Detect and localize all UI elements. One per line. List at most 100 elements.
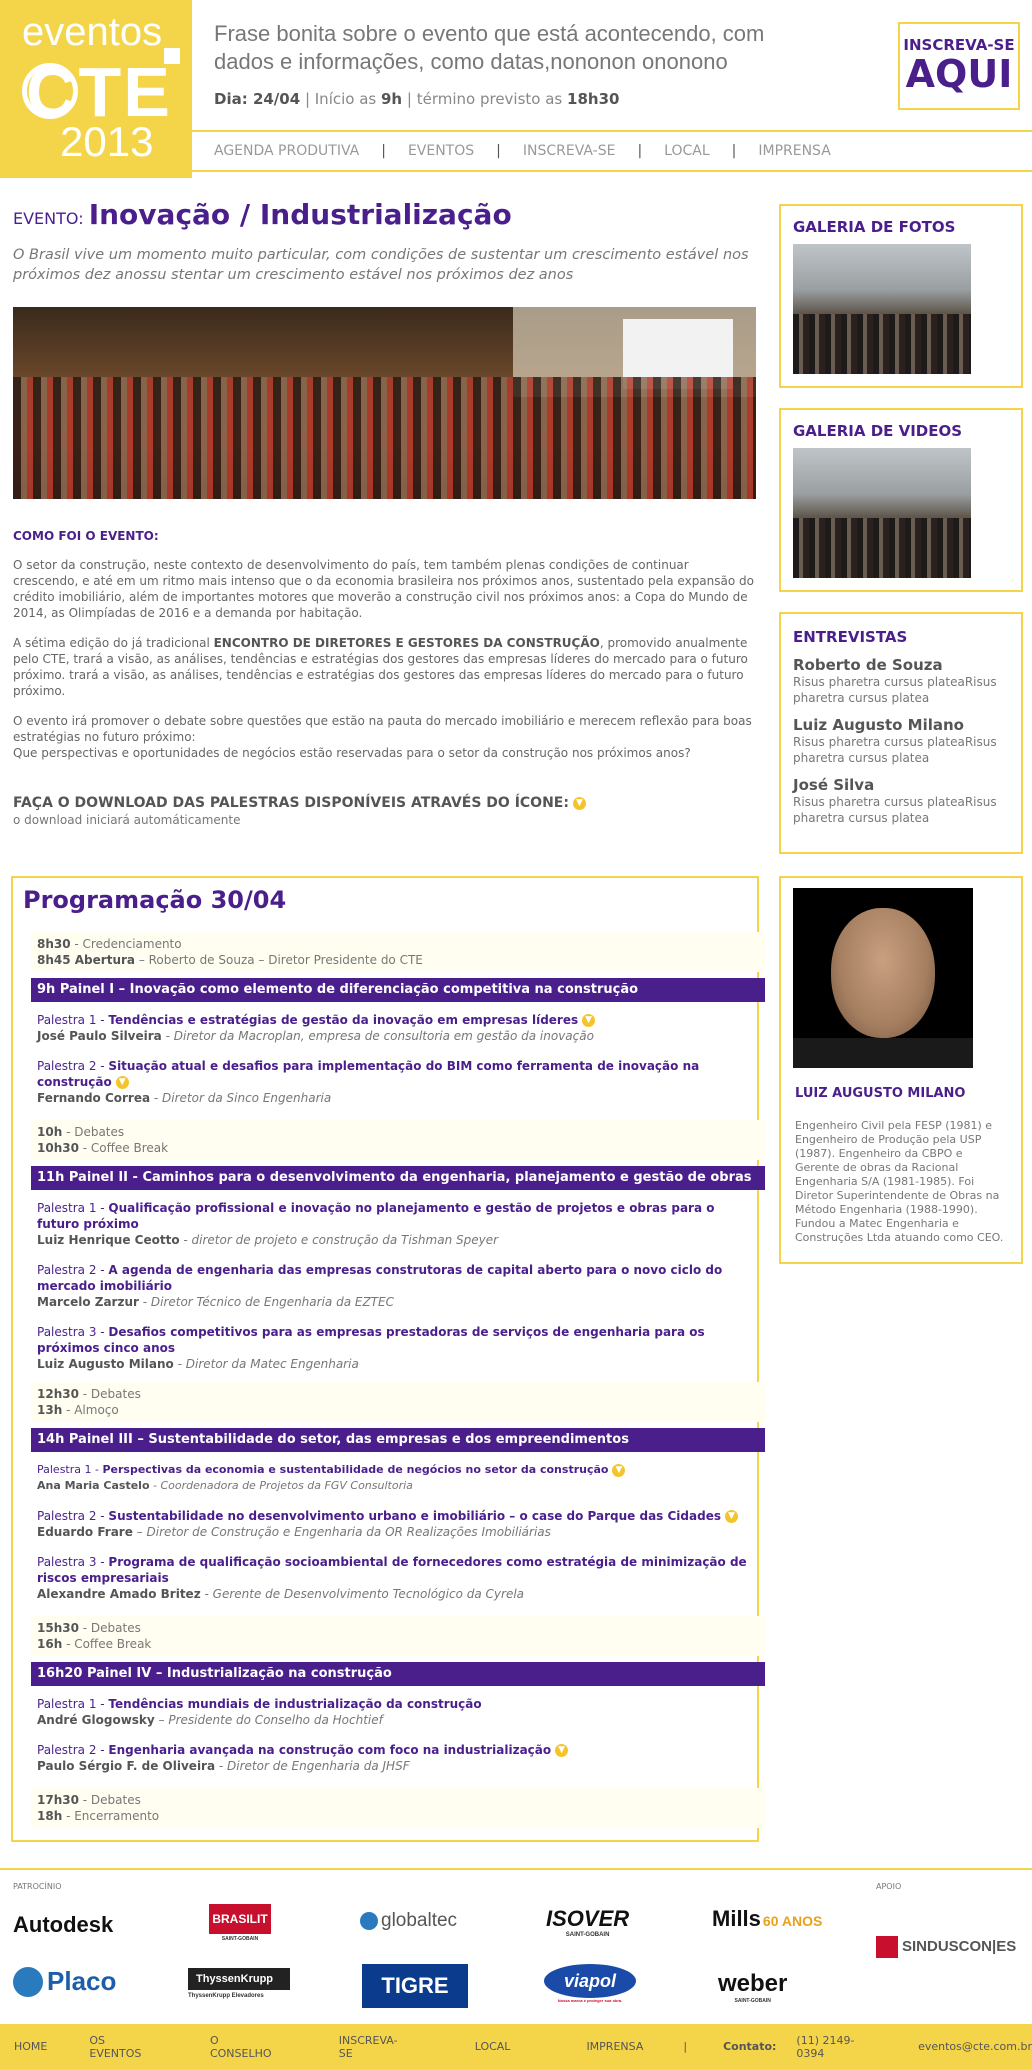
thyssenkrupp-sub: ThyssenKrupp Elevadores (188, 1993, 264, 1999)
isover-logo[interactable]: ISOVER SAINT-GOBAIN (546, 1906, 629, 1938)
download-icon[interactable]: ▼ (572, 796, 586, 810)
apoio-label: APOIO (876, 1882, 902, 1891)
schedule-block: 10h - Debates 10h30 - Coffee Break (31, 1120, 765, 1160)
footer-email-link[interactable]: eventos@cte.com.br (872, 2040, 1032, 2053)
photo-gallery-box[interactable]: GALERIA DE FOTOS (779, 204, 1023, 388)
brasilit-logo[interactable]: BRASILIT SAINT-GOBAIN (209, 1904, 271, 1942)
schedule-text: - Debates (78, 1621, 141, 1635)
download-icon[interactable]: ▼ (724, 1510, 738, 1523)
paragraph-2-start: A sétima edição do já tradicional (13, 636, 214, 650)
schedule-text: - Encerramento (62, 1809, 160, 1823)
talk-role: - Diretor de Engenharia da JHSF (215, 1759, 410, 1773)
placo-logo[interactable]: Placo (13, 1966, 116, 1997)
schedule-item: 13h - Almoço (37, 1402, 759, 1418)
tigre-logo[interactable]: TIGRE (362, 1964, 468, 2008)
video-gallery-box[interactable]: GALERIA DE VIDEOS (779, 408, 1023, 592)
talk-title[interactable]: Sustentabilidade no desenvolvimento urba… (108, 1509, 721, 1523)
footer-local-link[interactable]: LOCAL (403, 2040, 511, 2053)
interviews-box: ENTREVISTAS Roberto de Souza Risus phare… (779, 612, 1023, 854)
interview-item[interactable]: José Silva Risus pharetra cursus plateaR… (793, 776, 1009, 826)
globaltec-logo[interactable]: globaltec (360, 1910, 457, 1932)
interview-name[interactable]: Roberto de Souza (793, 656, 1009, 674)
event-logo[interactable]: eventos CTE 2013 (0, 0, 192, 178)
talk-title[interactable]: Desafios competitivos para as empresas p… (37, 1325, 705, 1355)
talk-title[interactable]: Perspectivas da economia e sustentabilid… (102, 1463, 608, 1476)
talk-item: Palestra 1 - Tendências e estratégias de… (31, 1012, 765, 1044)
interview-item[interactable]: Luiz Augusto Milano Risus pharetra cursu… (793, 716, 1009, 766)
thyssenkrupp-logo[interactable]: ThyssenKrupp ThyssenKrupp Elevadores (188, 1968, 290, 1999)
download-icon[interactable]: ▼ (115, 1076, 129, 1089)
placo-logo-text: Placo (47, 1966, 117, 1996)
talk-item: Palestra 3 - Programa de qualificação so… (31, 1554, 765, 1602)
autodesk-logo[interactable]: Autodesk (13, 1912, 113, 1938)
footer-inscreva-link[interactable]: INSCREVA-SE (275, 2034, 403, 2060)
talk-item: Palestra 2 - Engenharia avançada na cons… (31, 1742, 765, 1774)
interview-text: Risus pharetra cursus plateaRisus pharet… (793, 795, 997, 825)
footer-eventos-link[interactable]: OS EVENTOS (47, 2034, 152, 2060)
photo-gallery-title: GALERIA DE FOTOS (793, 218, 956, 236)
interview-text: Risus pharetra cursus plateaRisus pharet… (793, 675, 997, 705)
mills-60-anos: 60 ANOS (762, 1913, 823, 1929)
schedule-text: - Credenciamento (70, 937, 182, 951)
talk-item: Palestra 1 - Perspectivas da economia e … (31, 1462, 765, 1494)
nav-eventos[interactable]: EVENTOS (386, 143, 496, 159)
date-label: Dia: (214, 90, 253, 108)
interview-item[interactable]: Roberto de Souza Risus pharetra cursus p… (793, 656, 1009, 706)
viapol-logo[interactable]: viapol Nossa marca é proteger sua obra. (544, 1964, 636, 2003)
talk-title[interactable]: A agenda de engenharia das empresas cons… (37, 1263, 722, 1293)
photo-gallery-thumbnail[interactable] (793, 244, 971, 374)
talk-speaker-link[interactable]: Luiz Augusto Milano (37, 1357, 174, 1371)
sinduscon-logo[interactable]: SINDUSCON|ES (876, 1936, 1016, 1958)
interview-name[interactable]: José Silva (793, 776, 1009, 794)
nav-local[interactable]: LOCAL (642, 143, 731, 159)
brasilit-logo-text: BRASILIT (209, 1904, 271, 1934)
nav-agenda-produtiva[interactable]: AGENDA PRODUTIVA (192, 143, 381, 159)
date-value: 24/04 (252, 90, 301, 108)
talk-role: - Coordenadora de Projetos da FGV Consul… (149, 1479, 413, 1492)
talk-speaker: Fernando Correa (37, 1091, 151, 1105)
weber-logo[interactable]: weber SAINT-GOBAIN (718, 1970, 787, 2004)
talk-title[interactable]: Programa de qualificação socioambiental … (37, 1555, 747, 1585)
talk-item: Palestra 1 - Qualificação profissional e… (31, 1200, 765, 1248)
photo-people-shape (793, 314, 971, 374)
paragraph-3-text: O evento irá promover o debate sobre que… (13, 714, 752, 744)
globaltec-logo-text: globaltec (381, 1910, 458, 1931)
nav-inscreva-se[interactable]: INSCREVA-SE (501, 143, 638, 159)
schedule-item: 18h - Encerramento (37, 1808, 759, 1824)
sponsors-section: PATROCÍNIO APOIO Autodesk BRASILIT SAINT… (0, 1868, 1032, 2026)
video-gallery-title: GALERIA DE VIDEOS (793, 422, 963, 440)
talk-title[interactable]: Tendências mundiais de industrialização … (108, 1697, 481, 1711)
interview-name[interactable]: Luiz Augusto Milano (793, 716, 1009, 734)
nav-imprensa[interactable]: IMPRENSA (736, 143, 852, 159)
talk-title[interactable]: Tendências e estratégias de gestão da in… (108, 1013, 578, 1027)
placo-mark-icon (13, 1966, 43, 1997)
download-icon[interactable]: ▼ (555, 1744, 569, 1757)
talk-role: – Diretor de Construção e Engenharia da … (132, 1525, 551, 1539)
schedule-time: 16h (37, 1637, 63, 1651)
speaker-portrait (793, 888, 973, 1068)
mills-logo[interactable]: Mills 60 ANOS (712, 1906, 822, 1932)
video-gallery-thumbnail[interactable] (793, 448, 971, 578)
talk-speaker: Alexandre Amado Britez (37, 1587, 201, 1601)
talk-title[interactable]: Qualificação profissional e inovação no … (37, 1201, 715, 1231)
talk-role: - Diretor da Macroplan, empresa de consu… (161, 1029, 594, 1043)
schedule-text: – Roberto de Souza – Diretor Presidente … (135, 953, 423, 967)
schedule-item: 15h30 - Debates (37, 1620, 759, 1636)
footer-home-link[interactable]: HOME (0, 2040, 47, 2053)
weber-logo-text: weber (718, 1970, 788, 1997)
panel-header: 16h20 Painel IV – Industrialização na co… (31, 1662, 765, 1686)
footer-imprensa-link[interactable]: IMPRENSA (510, 2040, 643, 2053)
event-paragraph-1: O setor da construção, neste contexto de… (13, 558, 754, 620)
talk-item: Palestra 3 - Desafios competitivos para … (31, 1324, 765, 1372)
footer-bar: HOME OS EVENTOS O CONSELHO INSCREVA-SE L… (0, 2024, 1032, 2069)
talk-title[interactable]: Situação atual e desafios para implement… (37, 1059, 699, 1089)
download-icon[interactable]: ▼ (582, 1014, 596, 1027)
isover-logo-text: ISOVER (546, 1906, 630, 1931)
download-icon[interactable]: ▼ (612, 1463, 626, 1477)
talk-number: Palestra 3 - (37, 1325, 109, 1339)
event-tagline: Frase bonita sobre o evento que está aco… (214, 21, 765, 74)
signup-button[interactable]: INSCREVA-SE AQUI (898, 22, 1020, 110)
start-label: | Início as (300, 90, 381, 108)
footer-conselho-link[interactable]: O CONSELHO (152, 2034, 275, 2060)
talk-title[interactable]: Engenharia avançada na construção com fo… (108, 1743, 551, 1757)
